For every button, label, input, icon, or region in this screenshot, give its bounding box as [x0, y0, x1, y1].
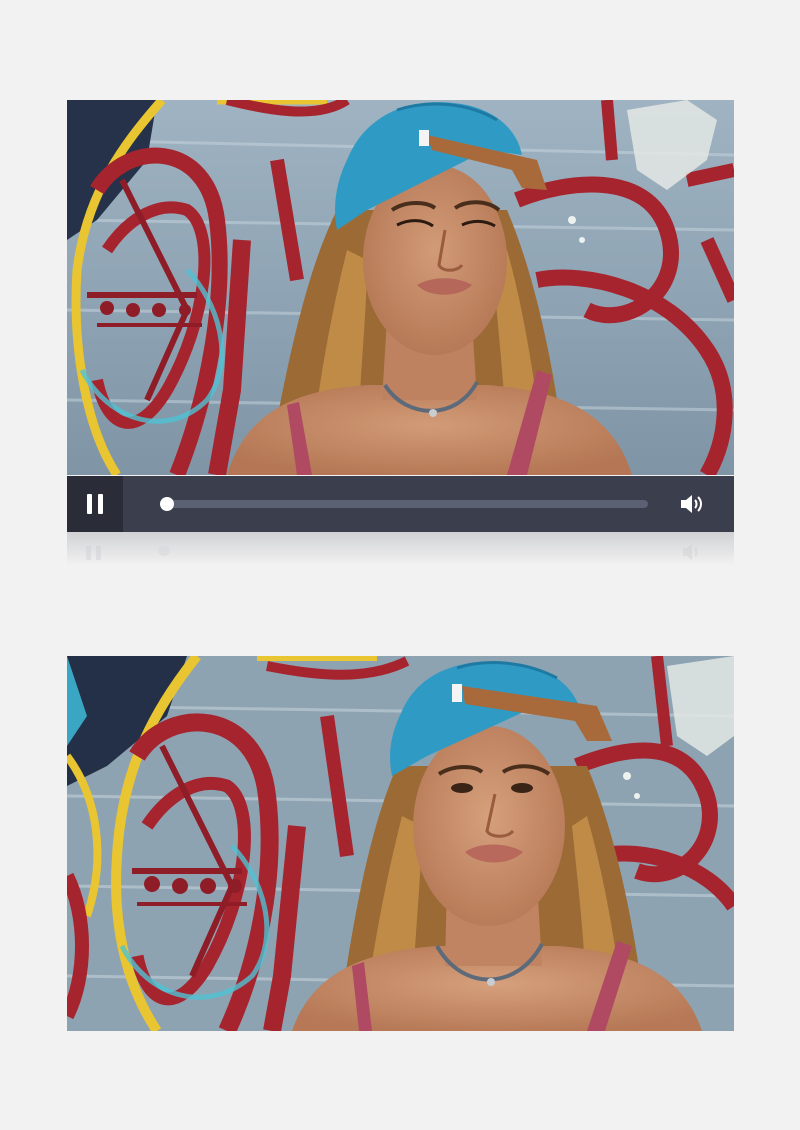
pause-icon [87, 494, 92, 514]
reflection-knob [158, 546, 170, 556]
player-controls [67, 476, 734, 532]
volume-button[interactable] [679, 492, 705, 516]
video-still-graffiti-portrait [67, 100, 734, 475]
video-still-graffiti-portrait-alt [67, 656, 734, 1031]
pause-button[interactable] [67, 476, 123, 532]
controls-reflection [67, 532, 734, 566]
video-frame-bottom [67, 656, 734, 1031]
reflection-pause-icon [86, 546, 104, 560]
progress-bar[interactable] [159, 497, 648, 511]
video-frame-top[interactable] [67, 100, 734, 475]
progress-knob[interactable] [159, 497, 174, 511]
pause-icon-bar [98, 494, 103, 514]
reflection-volume-icon [683, 544, 698, 560]
volume-icon [681, 495, 702, 513]
